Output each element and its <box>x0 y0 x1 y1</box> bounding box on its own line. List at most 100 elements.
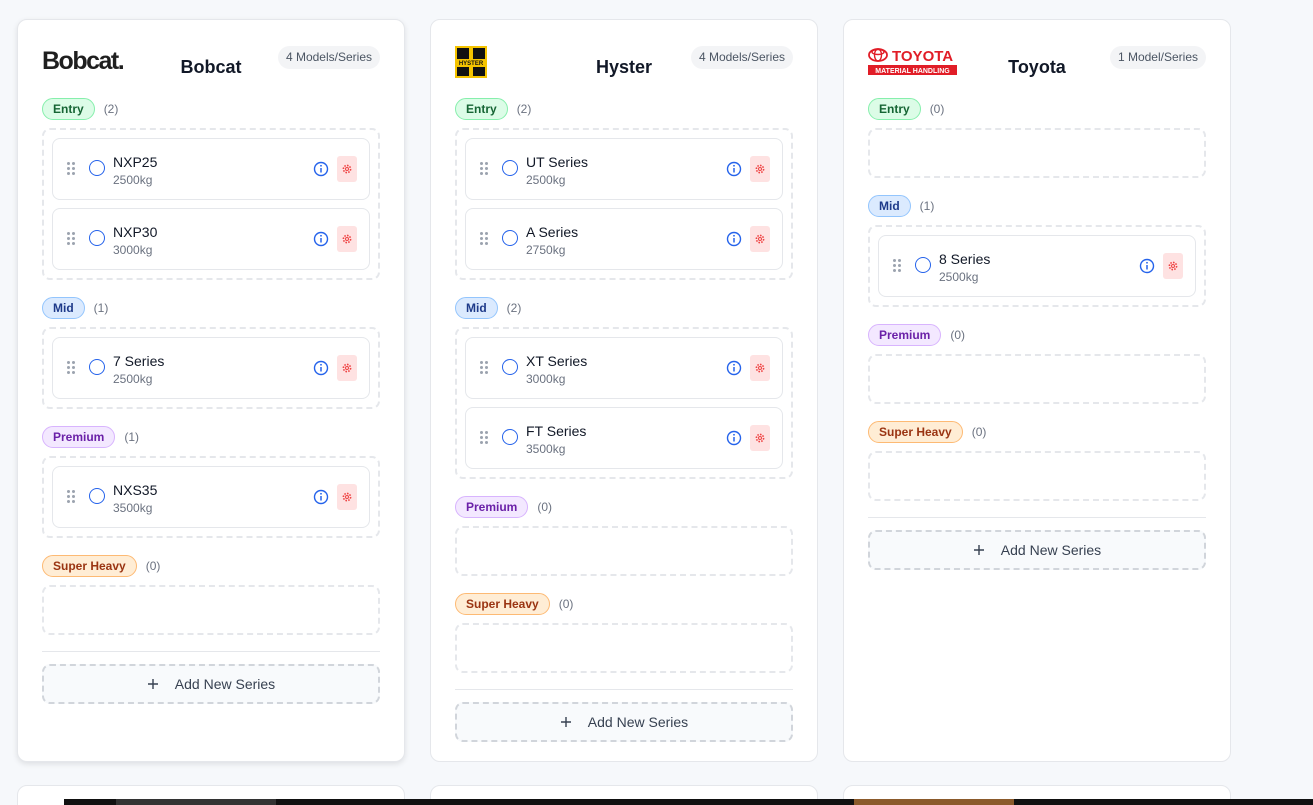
drag-handle-icon[interactable] <box>67 232 77 246</box>
tier-badge: Entry <box>455 97 508 120</box>
settings-button[interactable] <box>1163 253 1183 279</box>
series-item[interactable]: 7 Series 2500kg <box>52 337 370 399</box>
select-radio[interactable] <box>89 488 105 504</box>
tier-dropzone[interactable] <box>455 526 793 576</box>
select-radio[interactable] <box>502 160 518 176</box>
gear-icon <box>342 164 352 174</box>
select-radio[interactable] <box>502 429 518 445</box>
tier-count: (0) <box>950 327 966 342</box>
tier-dropzone[interactable] <box>868 128 1206 178</box>
tier-count: (0) <box>558 596 574 611</box>
series-item[interactable]: 8 Series 2500kg <box>878 235 1196 297</box>
card-header: TOYOTA MATERIAL HANDLING Toyota 1 Model/… <box>868 20 1206 95</box>
gear-icon <box>755 234 765 244</box>
tier-badge: Premium <box>868 323 942 346</box>
tier-badge: Super Heavy <box>42 554 137 577</box>
drag-handle-icon[interactable] <box>480 431 490 445</box>
drag-handle-icon[interactable] <box>480 162 490 176</box>
tier-dropzone[interactable] <box>868 354 1206 404</box>
series-item[interactable]: NXP25 2500kg <box>52 138 370 200</box>
info-icon[interactable] <box>1139 258 1155 274</box>
series-item[interactable]: XT Series 3000kg <box>465 337 783 399</box>
drag-handle-icon[interactable] <box>67 361 77 375</box>
info-icon[interactable] <box>313 161 329 177</box>
series-item[interactable]: NXP30 3000kg <box>52 208 370 270</box>
gear-icon <box>755 433 765 443</box>
tier-dropzone[interactable]: XT Series 3000kg FT Series 3500kg <box>455 327 793 479</box>
tier-count: (2) <box>516 101 532 116</box>
select-radio[interactable] <box>915 257 931 273</box>
info-icon[interactable] <box>313 360 329 376</box>
tier-badge: Super Heavy <box>455 592 550 615</box>
select-radio[interactable] <box>89 230 105 246</box>
series-capacity: 2500kg <box>113 173 153 187</box>
drag-handle-icon[interactable] <box>480 232 490 246</box>
info-icon[interactable] <box>726 430 742 446</box>
settings-button[interactable] <box>750 226 770 252</box>
info-icon[interactable] <box>313 231 329 247</box>
gear-icon <box>755 363 765 373</box>
tier-count: (1) <box>124 429 140 444</box>
series-capacity: 3500kg <box>113 501 153 515</box>
add-new-series-button[interactable]: Add New Series <box>455 702 793 742</box>
tier-dropzone[interactable] <box>42 585 380 635</box>
tier-dropzone[interactable] <box>868 451 1206 501</box>
tier-count: (0) <box>929 101 945 116</box>
add-new-series-label: Add New Series <box>587 714 689 730</box>
drag-handle-icon[interactable] <box>67 490 77 504</box>
add-new-series-button[interactable]: Add New Series <box>42 664 380 704</box>
series-capacity: 2500kg <box>113 372 153 386</box>
settings-button[interactable] <box>750 156 770 182</box>
settings-button[interactable] <box>750 425 770 451</box>
select-radio[interactable] <box>502 359 518 375</box>
series-item[interactable]: FT Series 3500kg <box>465 407 783 469</box>
select-radio[interactable] <box>502 230 518 246</box>
info-icon[interactable] <box>726 161 742 177</box>
series-item[interactable]: A Series 2750kg <box>465 208 783 270</box>
settings-button[interactable] <box>337 355 357 381</box>
drag-handle-icon[interactable] <box>67 162 77 176</box>
series-item[interactable]: NXS35 3500kg <box>52 466 370 528</box>
settings-button[interactable] <box>750 355 770 381</box>
series-capacity: 3000kg <box>526 372 566 386</box>
tier-count: (0) <box>145 558 161 573</box>
settings-button[interactable] <box>337 156 357 182</box>
settings-button[interactable] <box>337 484 357 510</box>
tier-count: (1) <box>919 198 935 213</box>
drag-handle-icon[interactable] <box>893 259 903 273</box>
select-radio[interactable] <box>89 160 105 176</box>
divider <box>455 689 793 690</box>
tier-dropzone[interactable]: UT Series 2500kg A Series 2750kg <box>455 128 793 280</box>
tier-count: (2) <box>103 101 119 116</box>
tier-super-heavy: Super Heavy (0) <box>455 592 793 673</box>
add-new-series-button[interactable]: Add New Series <box>868 530 1206 570</box>
tier-badge: Mid <box>42 296 85 319</box>
series-capacity: 2500kg <box>939 270 979 284</box>
plus-icon <box>560 717 571 727</box>
tier-badge: Mid <box>455 296 498 319</box>
drag-handle-icon[interactable] <box>480 361 490 375</box>
tier-dropzone[interactable]: 7 Series 2500kg <box>42 327 380 409</box>
tier-badge: Super Heavy <box>868 420 963 443</box>
tier-badge: Premium <box>455 495 529 518</box>
info-icon[interactable] <box>726 360 742 376</box>
tier-dropzone[interactable]: NXS35 3500kg <box>42 456 380 538</box>
tier-badge: Premium <box>42 425 116 448</box>
info-icon[interactable] <box>726 231 742 247</box>
tier-premium: Premium (1) NXS35 3500kg <box>42 425 380 538</box>
series-capacity: 3500kg <box>526 442 566 456</box>
tier-dropzone[interactable]: 8 Series 2500kg <box>868 225 1206 307</box>
gear-icon <box>342 363 352 373</box>
brand-card-bobcat: Bobcat. Bobcat 4 Models/Series Entry (2) … <box>17 19 405 762</box>
info-icon[interactable] <box>313 489 329 505</box>
tier-entry: Entry (2) UT Series 2500kg A Series 2750k… <box>455 97 793 280</box>
divider <box>868 517 1206 518</box>
tier-dropzone[interactable]: NXP25 2500kg NXP30 3000kg <box>42 128 380 280</box>
select-radio[interactable] <box>89 359 105 375</box>
tier-dropzone[interactable] <box>455 623 793 673</box>
settings-button[interactable] <box>337 226 357 252</box>
series-item[interactable]: UT Series 2500kg <box>465 138 783 200</box>
model-count-badge: 1 Model/Series <box>1109 46 1206 69</box>
gear-icon <box>755 164 765 174</box>
gear-icon <box>342 234 352 244</box>
